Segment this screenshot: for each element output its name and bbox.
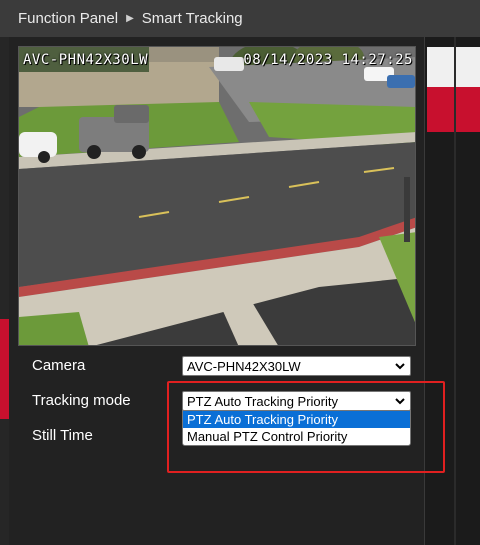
sidebar-active-indicator bbox=[0, 319, 9, 419]
tracking-mode-label: Tracking mode bbox=[32, 392, 131, 409]
still-time-label: Still Time bbox=[32, 427, 93, 444]
right-panel-cell-active[interactable] bbox=[427, 87, 454, 132]
camera-select-value: AVC-PHN42X30LW bbox=[187, 358, 301, 374]
right-panel-cell[interactable] bbox=[427, 47, 454, 87]
right-panel-cell-active[interactable] bbox=[456, 87, 480, 132]
video-timestamp-overlay: 08/14/2023 14:27:25 bbox=[243, 52, 413, 68]
chevron-down-icon bbox=[395, 363, 405, 370]
left-sidebar-strip bbox=[0, 37, 9, 545]
breadcrumb-separator-icon: ▶ bbox=[126, 13, 134, 24]
annotation-highlight-box bbox=[167, 381, 445, 473]
camera-select[interactable]: AVC-PHN42X30LW bbox=[182, 356, 411, 376]
breadcrumb: Function Panel ▶ Smart Tracking bbox=[0, 0, 480, 37]
breadcrumb-current: Smart Tracking bbox=[141, 10, 243, 27]
right-panel-cell[interactable] bbox=[456, 47, 480, 87]
camera-scene-image bbox=[19, 47, 415, 345]
video-camera-name-overlay: AVC-PHN42X30LW bbox=[23, 52, 149, 68]
camera-label: Camera bbox=[32, 357, 86, 374]
breadcrumb-parent[interactable]: Function Panel bbox=[18, 10, 118, 27]
live-video-view[interactable]: AVC-PHN42X30LW 08/14/2023 14:27:25 bbox=[18, 46, 416, 346]
